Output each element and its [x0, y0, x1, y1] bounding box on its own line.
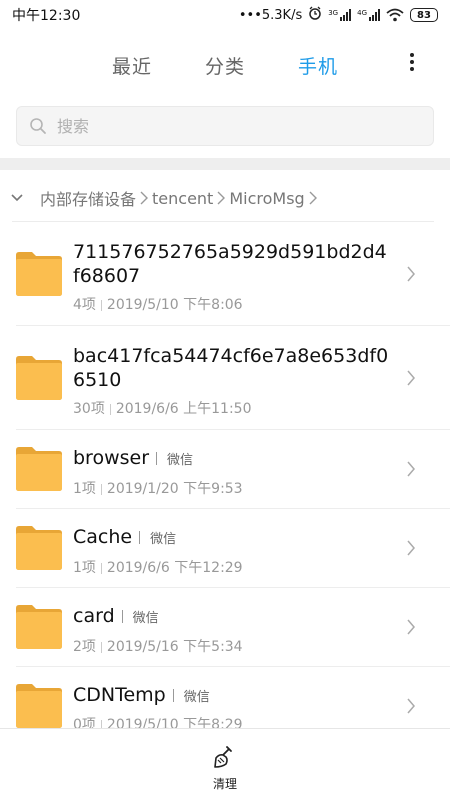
file-name: card 微信	[73, 604, 393, 631]
chevron-right-icon	[406, 619, 416, 639]
modified-date: 2019/6/6 上午11:50	[115, 401, 252, 417]
alarm-icon	[308, 6, 322, 24]
file-name: 711576752765a5929d591bd2d4f68607	[73, 241, 387, 287]
file-meta: 0项 2019/5/10 下午8:29	[73, 714, 243, 728]
item-count: 1项	[73, 481, 96, 497]
modified-date: 2019/1/20 下午9:53	[106, 481, 243, 497]
chevron-right-icon	[406, 266, 416, 286]
status-time: 中午12:30	[12, 8, 81, 24]
chevron-right-icon	[309, 190, 317, 206]
folder-icon	[16, 684, 62, 728]
chevron-right-icon	[217, 190, 226, 206]
chevron-right-icon	[406, 370, 416, 390]
folder-name: Cache	[73, 526, 133, 548]
folder-icon	[16, 356, 62, 400]
item-count: 2项	[73, 639, 96, 655]
breadcrumb-item-storage[interactable]: 内部存储设备	[40, 186, 136, 210]
bottom-bar: 清理	[0, 728, 450, 801]
tab-recent[interactable]: 最近	[112, 52, 152, 79]
breadcrumb-item-micromsg[interactable]: MicroMsg	[229, 189, 304, 208]
list-item[interactable]: CDNTemp 微信 0项 2019/5/10 下午8:29	[0, 667, 450, 728]
file-name: browser 微信	[73, 446, 393, 473]
status-icons: •••5.3K/s 3G 4G 83	[239, 6, 438, 24]
breadcrumb-item-tencent[interactable]: tencent	[152, 189, 213, 208]
clean-button[interactable]: 清理	[205, 745, 245, 791]
item-count: 4项	[73, 297, 96, 313]
item-count: 1项	[73, 560, 96, 576]
source-tag: 微信	[167, 453, 194, 468]
search-box[interactable]	[16, 106, 434, 146]
source-tag: 微信	[150, 532, 177, 547]
folder-icon	[16, 526, 62, 570]
list-item[interactable]: 711576752765a5929d591bd2d4f68607 4项 2019/…	[0, 222, 450, 326]
signal-3g-icon: 3G	[328, 9, 352, 21]
chevron-right-icon	[406, 461, 416, 481]
item-count: 0项	[73, 717, 96, 728]
modified-date: 2019/5/10 下午8:06	[106, 297, 243, 313]
tab-phone[interactable]: 手机	[298, 52, 338, 79]
modified-date: 2019/6/6 下午12:29	[106, 560, 243, 576]
signal-4g-icon: 4G	[357, 9, 380, 21]
file-meta: 30项 2019/6/6 上午11:50	[73, 398, 252, 418]
source-tag: 微信	[132, 611, 159, 626]
folder-icon	[16, 447, 62, 491]
broom-icon	[212, 746, 238, 773]
battery-icon: 83	[410, 8, 438, 22]
chevron-right-icon	[406, 698, 416, 718]
modified-date: 2019/5/16 下午5:34	[106, 639, 243, 655]
search-input[interactable]	[57, 107, 417, 145]
file-name: bac417fca54474cf6e7a8e653df06510	[73, 345, 389, 391]
file-list: 711576752765a5929d591bd2d4f68607 4项 2019/…	[0, 222, 450, 728]
wifi-icon	[386, 8, 404, 22]
chevron-right-icon	[406, 540, 416, 560]
network-speed: •••5.3K/s	[238, 7, 303, 23]
more-options-icon[interactable]	[404, 50, 420, 76]
status-bar: 中午12:30 •••5.3K/s 3G 4G 83	[0, 0, 450, 30]
file-meta: 1项 2019/6/6 下午12:29	[73, 557, 243, 577]
folder-name: CDNTemp	[73, 684, 166, 706]
file-name: Cache 微信	[73, 525, 393, 552]
folder-icon	[16, 605, 62, 649]
folder-name: card	[73, 605, 115, 627]
file-meta: 4项 2019/5/10 下午8:06	[73, 294, 243, 314]
clean-label: 清理	[212, 777, 237, 791]
top-tabs: 最近 分类 手机	[0, 40, 450, 86]
modified-date: 2019/5/10 下午8:29	[106, 717, 243, 728]
list-item[interactable]: card 微信 2项 2019/5/16 下午5:34	[0, 588, 450, 667]
section-divider	[0, 158, 450, 170]
file-meta: 2项 2019/5/16 下午5:34	[73, 636, 243, 656]
chevron-down-icon[interactable]	[10, 193, 24, 203]
item-count: 30项	[73, 401, 105, 417]
list-item[interactable]: Cache 微信 1项 2019/6/6 下午12:29	[0, 509, 450, 588]
list-item[interactable]: browser 微信 1项 2019/1/20 下午9:53	[0, 430, 450, 509]
search-icon	[29, 117, 47, 139]
folder-icon	[16, 252, 62, 296]
file-name: CDNTemp 微信	[73, 683, 393, 710]
folder-name: browser	[73, 447, 150, 469]
breadcrumb: 内部存储设备 tencent MicroMsg	[0, 180, 450, 216]
list-item[interactable]: bac417fca54474cf6e7a8e653df06510 30项 2019…	[0, 326, 450, 430]
tab-category[interactable]: 分类	[205, 52, 245, 79]
file-meta: 1项 2019/1/20 下午9:53	[73, 478, 243, 498]
chevron-right-icon	[140, 190, 149, 206]
source-tag: 微信	[183, 690, 210, 705]
